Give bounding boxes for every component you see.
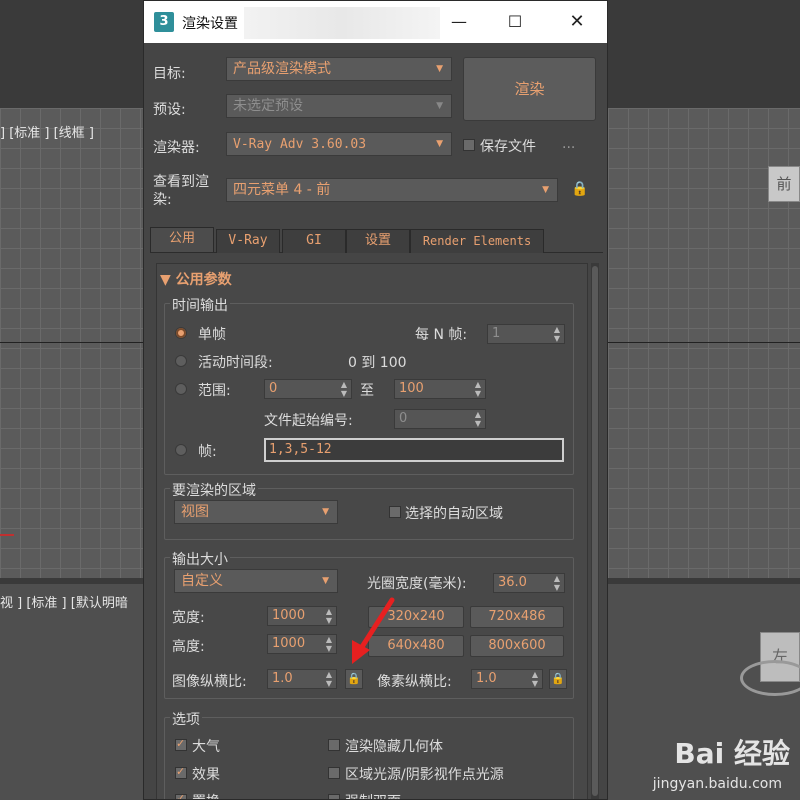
baidu-jingyan-logo: Bai 经验 xyxy=(674,737,790,770)
watermark-url: jingyan.baidu.com xyxy=(652,776,782,792)
red-annotation-arrow xyxy=(352,597,395,664)
